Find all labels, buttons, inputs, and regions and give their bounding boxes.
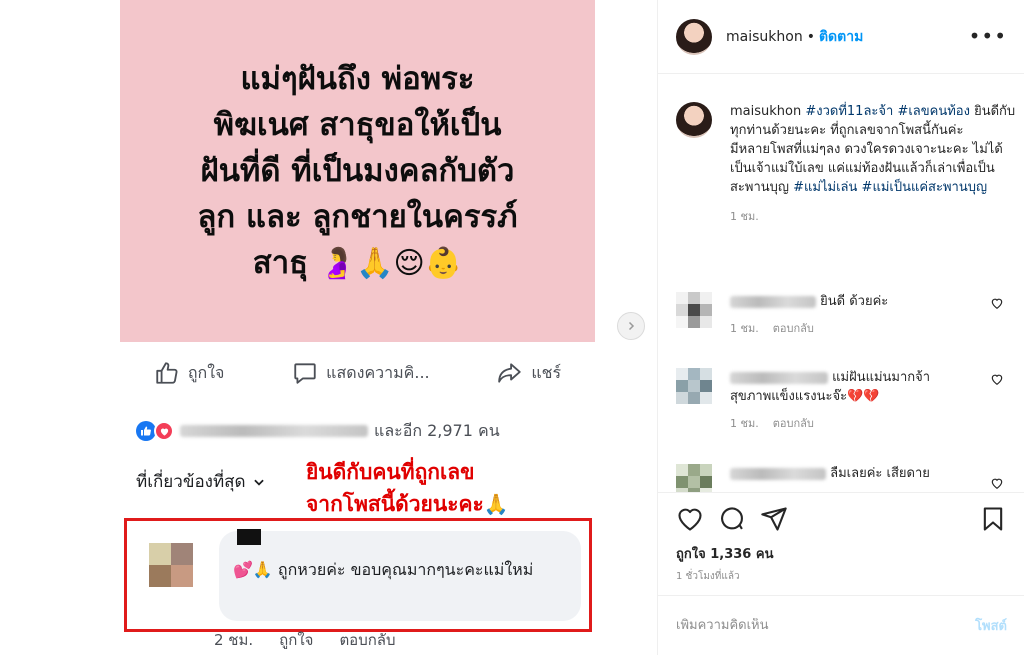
comment-meta: 1 ชม. ตอบกลับ <box>730 319 1016 337</box>
chevron-right-icon <box>628 321 635 331</box>
post-emojis: 🤰🙏😌👶 <box>318 245 463 281</box>
follow-button[interactable]: ติดตาม <box>819 26 863 48</box>
commenter-avatar[interactable] <box>676 464 712 492</box>
comment-time: 2 ชม. <box>214 631 254 649</box>
comment-body: ลืมเลยค่ะ เสียดาย <box>830 466 930 481</box>
author-username[interactable]: maisukhon <box>726 29 803 45</box>
like-comment-heart-icon[interactable] <box>990 372 1004 386</box>
comment-text: ลืมเลยค่ะ เสียดาย <box>730 464 970 483</box>
fb-like-action: ถูกใจ <box>154 360 225 386</box>
reactions-count: และอีก 2,971 คน <box>374 420 500 440</box>
fb-share-action: แชร์ <box>497 360 561 386</box>
hashtag-link[interactable]: #งวดที่11ละจ้า <box>805 104 893 119</box>
fb-comment-action: แสดงความคิ... <box>292 360 430 386</box>
like-comment-heart-icon[interactable] <box>990 476 1004 490</box>
blurred-username <box>730 467 826 480</box>
post-comment-button[interactable]: โพสต์ <box>975 615 1007 636</box>
fb-sort-dropdown: ที่เกี่ยวข้องที่สุด <box>136 468 266 495</box>
thumbs-up-icon <box>156 362 178 384</box>
caption-body: maisukhon #งวดที่11ละจ้า #เลขคนท้อง ยินด… <box>730 102 1016 197</box>
comment-item: ลืมเลยค่ะ เสียดาย <box>676 464 1016 492</box>
commenter-avatar[interactable] <box>676 368 712 404</box>
comment-text: ยินดี ด้วยค่ะ <box>730 292 970 311</box>
facebook-post-image: แม่ๆฝันถึง พ่อพระ พิฆเนศ สาธุขอให้เป็น ฝ… <box>120 0 595 342</box>
comment-time: 1 ชม. <box>730 322 759 335</box>
comment-text: แม่ฝันแม่นมากจ้า สุขภาพแข็งแรงนะจ๊ะ💔💔 <box>730 368 970 406</box>
hashtag-link[interactable]: #แม่ไม่เล่น <box>793 180 857 195</box>
fb-reactions-row: และอีก 2,971 คน <box>136 418 500 444</box>
redacted-name <box>237 529 261 545</box>
comment-item: แม่ฝันแม่นมากจ้า สุขภาพแข็งแรงนะจ๊ะ💔💔 1 … <box>676 368 1016 432</box>
commenter-avatar[interactable] <box>676 292 712 328</box>
fb-comment-label: แสดงความคิ... <box>326 362 430 382</box>
post-media: แม่ๆฝันถึง พ่อพระ พิฆเนศ สาธุขอให้เป็น ฝ… <box>0 0 657 655</box>
author-avatar[interactable] <box>676 18 712 55</box>
facebook-post-text: แม่ๆฝันถึง พ่อพระ พิฆเนศ สาธุขอให้เป็น ฝ… <box>138 56 578 287</box>
blurred-username <box>730 295 816 308</box>
comment-like: ถูกใจ <box>279 631 314 649</box>
comment-reply: ตอบกลับ <box>339 631 396 649</box>
commenter-avatar <box>149 543 193 587</box>
heart-icon[interactable] <box>676 505 704 533</box>
blurred-username <box>730 371 828 384</box>
more-options-icon[interactable]: ••• <box>969 24 1007 48</box>
hashtag-link[interactable]: #แม่เป็นแค่สะพานบุญ <box>862 180 988 195</box>
post-sidebar: maisukhon • ติดตาม ••• maisukhon #งวดที่… <box>657 0 1024 655</box>
header-separator: • <box>806 28 815 45</box>
bookmark-icon[interactable] <box>979 505 1007 533</box>
overlay-text: ยินดีกับคนที่ถูกเลข จากโพสนี้ด้วยนะคะ <box>306 460 484 516</box>
overlay-pray-emoji: 🙏 <box>483 492 509 516</box>
post-time: 1 ชั่วโมงที่แล้ว <box>676 571 740 582</box>
comment-body: ยินดี ด้วยค่ะ <box>820 294 889 309</box>
caption-time: 1 ชม. <box>730 210 759 223</box>
facebook-action-bar: ถูกใจ แสดงความคิ... แชร์ <box>120 350 595 396</box>
comments-section[interactable]: maisukhon #งวดที่11ละจ้า #เลขคนท้อง ยินด… <box>658 74 1024 492</box>
highlighted-comment-box: 💕🙏 ถูกหวยค่ะ ขอบคุณมากๆนะคะแม่ใหม่ <box>124 518 592 632</box>
chevron-down-icon <box>253 479 264 486</box>
add-comment-bar: โพสต์ <box>658 595 1024 655</box>
like-reaction-icon <box>136 421 156 441</box>
fb-share-label: แชร์ <box>531 362 562 382</box>
comment-bubble-icon <box>294 363 316 384</box>
share-arrow-icon <box>498 363 522 383</box>
sort-label: ที่เกี่ยวข้องที่สุด <box>136 472 246 492</box>
comment-time: 1 ชม. <box>730 417 759 430</box>
comment-text: 💕🙏 ถูกหวยค่ะ ขอบคุณมากๆนะคะแม่ใหม่ <box>233 560 534 579</box>
love-reaction-icon <box>154 421 174 441</box>
hashtag-link[interactable]: #เลขคนท้อง <box>897 104 970 119</box>
comment-item: ยินดี ด้วยค่ะ 1 ชม. ตอบกลับ <box>676 292 1016 337</box>
comment-meta: 1 ชม. ตอบกลับ <box>730 414 1016 432</box>
red-overlay-caption: ยินดีกับคนที่ถูกเลข จากโพสนี้ด้วยนะคะ🙏 <box>306 456 606 520</box>
post-caption: maisukhon #งวดที่11ละจ้า #เลขคนท้อง ยินด… <box>676 102 1016 225</box>
blurred-names <box>180 425 368 437</box>
comment-bubble: 💕🙏 ถูกหวยค่ะ ขอบคุณมากๆนะคะแม่ใหม่ <box>219 531 581 621</box>
caption-username[interactable]: maisukhon <box>730 104 801 119</box>
add-comment-input[interactable] <box>676 618 976 633</box>
next-media-button[interactable] <box>617 312 645 340</box>
facebook-screenshot: แม่ๆฝันถึง พ่อพระ พิฆเนศ สาธุขอให้เป็น ฝ… <box>120 0 595 655</box>
fb-comment-meta: 2 ชม. ถูกใจ ตอบกลับ <box>214 628 396 652</box>
fb-like-label: ถูกใจ <box>187 362 225 382</box>
comment-icon[interactable] <box>718 505 746 533</box>
likes-count[interactable]: ถูกใจ 1,336 คน <box>676 543 773 564</box>
reply-button[interactable]: ตอบกลับ <box>773 414 814 432</box>
reply-button[interactable]: ตอบกลับ <box>773 319 814 337</box>
like-comment-heart-icon[interactable] <box>990 296 1004 310</box>
post-header: maisukhon • ติดตาม ••• <box>658 0 1024 74</box>
share-icon[interactable] <box>760 505 788 533</box>
caption-avatar[interactable] <box>676 102 712 138</box>
